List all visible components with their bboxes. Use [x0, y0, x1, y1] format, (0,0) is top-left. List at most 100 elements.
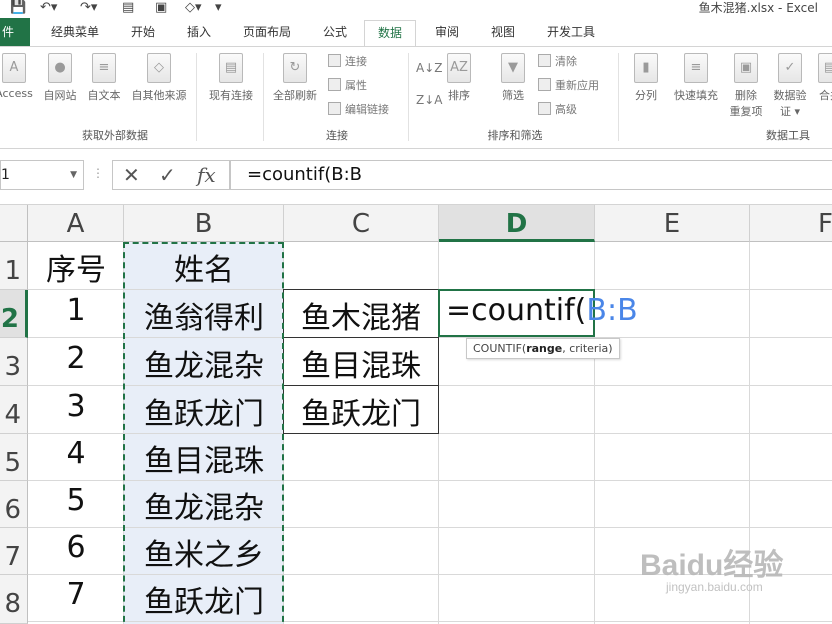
range-reference: B:B — [586, 293, 638, 328]
advanced-filter-icon — [538, 102, 551, 115]
formula-input[interactable]: =countif(B:B — [230, 160, 832, 190]
window-title: 鱼木混猪.xlsx - Excel — [698, 1, 818, 15]
column-header-a[interactable]: A — [28, 205, 124, 242]
remove-duplicates-icon: ▣ — [734, 53, 758, 83]
refresh-icon: ↻ — [283, 53, 307, 83]
from-web-button[interactable]: ● 自网站 — [38, 53, 82, 103]
clear-filter-icon — [538, 54, 551, 67]
column-header-f[interactable]: F — [750, 205, 832, 242]
cell-a3[interactable]: 2 — [28, 341, 124, 376]
text-file-icon: ≡ — [92, 53, 116, 83]
tab-developer[interactable]: 开发工具 — [536, 18, 606, 46]
row-header-5[interactable]: 5 — [0, 434, 28, 481]
tab-formulas[interactable]: 公式 — [312, 18, 358, 46]
redo-icon[interactable]: ↷▾ — [80, 0, 97, 18]
properties-icon — [328, 78, 341, 91]
existing-connections-button[interactable]: ▤ 现有连接 — [202, 53, 260, 103]
consolidate-button[interactable]: ▤ 合并 — [812, 53, 832, 103]
tab-review[interactable]: 审阅 — [424, 18, 470, 46]
ribbon-tabs: 件 经典菜单 开始 插入 页面布局 公式 数据 审阅 视图 开发工具 — [0, 18, 832, 47]
camera-icon[interactable]: ◇▾ — [185, 0, 202, 18]
cancel-icon[interactable]: ✕ — [123, 163, 140, 187]
watermark-logo: Baidu经验 — [640, 549, 784, 582]
cell-a8[interactable]: 7 — [28, 577, 124, 612]
row-header-1[interactable]: 1 — [0, 242, 28, 290]
row-header-3[interactable]: 3 — [0, 338, 28, 386]
save-icon[interactable]: 💾 — [10, 0, 26, 18]
watermark-url: jingyan.baidu.com — [666, 580, 763, 594]
properties-button[interactable]: 属性 — [328, 77, 367, 95]
other-sources-icon: ◇ — [147, 53, 171, 83]
remove-duplicates-button[interactable]: ▣ 删除 重复项 — [726, 53, 766, 119]
bordered-range-c2-c4 — [283, 289, 439, 434]
group-separator — [408, 53, 409, 141]
consolidate-icon: ▤ — [818, 53, 832, 83]
row-header-2[interactable]: 2 — [0, 290, 28, 338]
function-tooltip[interactable]: COUNTIF(range, criteria) — [466, 338, 620, 359]
select-all-corner[interactable] — [0, 205, 28, 242]
edit-links-button[interactable]: 编辑链接 — [328, 101, 389, 119]
clear-filter-button[interactable]: 清除 — [538, 53, 577, 71]
group-label-connections: 连接 — [326, 129, 348, 142]
sort-button[interactable]: AZ 排序 — [442, 53, 476, 103]
cell-d2-editing[interactable]: =countif(B:B — [446, 293, 638, 328]
cell-a6[interactable]: 5 — [28, 483, 124, 518]
existing-connections-icon: ▤ — [219, 53, 243, 83]
connections-button[interactable]: 连接 — [328, 53, 367, 71]
row-header-4[interactable]: 4 — [0, 386, 28, 434]
from-text-button[interactable]: ≡ 自文本 — [84, 53, 124, 103]
row-header-6[interactable]: 6 — [0, 481, 28, 528]
tab-classic-menu[interactable]: 经典菜单 — [44, 18, 106, 46]
group-separator — [263, 53, 264, 141]
name-box[interactable]: 1 ▼ — [0, 160, 84, 190]
group-label-sort-filter: 排序和筛选 — [487, 129, 543, 142]
flash-fill-icon: ≡ — [684, 53, 708, 83]
formula-bar: 1 ▼ ⋮ ✕ ✓ fx =countif(B:B — [0, 150, 832, 205]
tab-page-layout[interactable]: 页面布局 — [232, 18, 302, 46]
preview-icon[interactable]: ▣ — [155, 0, 167, 18]
reapply-icon — [538, 78, 551, 91]
group-separator — [196, 53, 197, 141]
tab-view[interactable]: 视图 — [480, 18, 526, 46]
tab-insert[interactable]: 插入 — [176, 18, 222, 46]
reapply-button[interactable]: 重新应用 — [538, 77, 599, 95]
edit-links-icon — [328, 102, 341, 115]
column-header-b[interactable]: B — [124, 205, 284, 242]
from-other-sources-button[interactable]: ◇ 自其他来源 — [126, 53, 192, 103]
flash-fill-button[interactable]: ≡ 快速填充 — [668, 53, 724, 103]
customize-qat-icon[interactable]: ▾ — [215, 0, 222, 18]
row-header-8[interactable]: 8 — [0, 575, 28, 624]
sort-za-icon[interactable]: Z↓A — [416, 91, 442, 109]
text-to-columns-icon: ▮ — [634, 53, 658, 83]
column-header-e[interactable]: E — [595, 205, 750, 242]
group-label-data-tools: 数据工具 — [766, 129, 810, 142]
cell-a2[interactable]: 1 — [28, 293, 124, 328]
data-validation-icon: ✓ — [778, 53, 802, 83]
enter-icon[interactable]: ✓ — [159, 163, 176, 187]
refresh-all-button[interactable]: ↻ 全部刷新 — [266, 53, 324, 103]
cell-a1[interactable]: 序号 — [28, 245, 124, 289]
column-header-d[interactable]: D — [439, 205, 595, 242]
chevron-down-icon[interactable]: ▼ — [70, 161, 77, 189]
title-bar: 💾 ↶▾ ↷▾ ▤ ▣ ◇▾ ▾ 鱼木混猪.xlsx - Excel — [0, 0, 832, 18]
data-validation-button[interactable]: ✓ 数据验 证 ▾ — [770, 53, 810, 119]
print-icon[interactable]: ▤ — [122, 0, 134, 18]
tab-data[interactable]: 数据 — [364, 20, 416, 47]
column-header-c[interactable]: C — [284, 205, 439, 242]
filter-button[interactable]: ▼ 筛选 — [494, 53, 532, 103]
insert-function-icon[interactable]: fx — [197, 163, 216, 187]
resize-handle[interactable]: ⋮ — [92, 166, 104, 180]
tab-file[interactable]: 件 — [0, 18, 30, 46]
undo-icon[interactable]: ↶▾ — [40, 0, 57, 18]
sort-az-icon[interactable]: A↓Z — [416, 59, 442, 77]
cell-a5[interactable]: 4 — [28, 436, 124, 471]
filter-icon: ▼ — [501, 53, 525, 83]
text-to-columns-button[interactable]: ▮ 分列 — [628, 53, 664, 103]
cell-a4[interactable]: 3 — [28, 389, 124, 424]
advanced-filter-button[interactable]: 高级 — [538, 101, 577, 119]
cell-a7[interactable]: 6 — [28, 530, 124, 565]
tab-home[interactable]: 开始 — [118, 18, 168, 46]
group-separator — [618, 53, 619, 141]
row-header-7[interactable]: 7 — [0, 528, 28, 575]
from-access-button[interactable]: A Access — [0, 53, 34, 100]
